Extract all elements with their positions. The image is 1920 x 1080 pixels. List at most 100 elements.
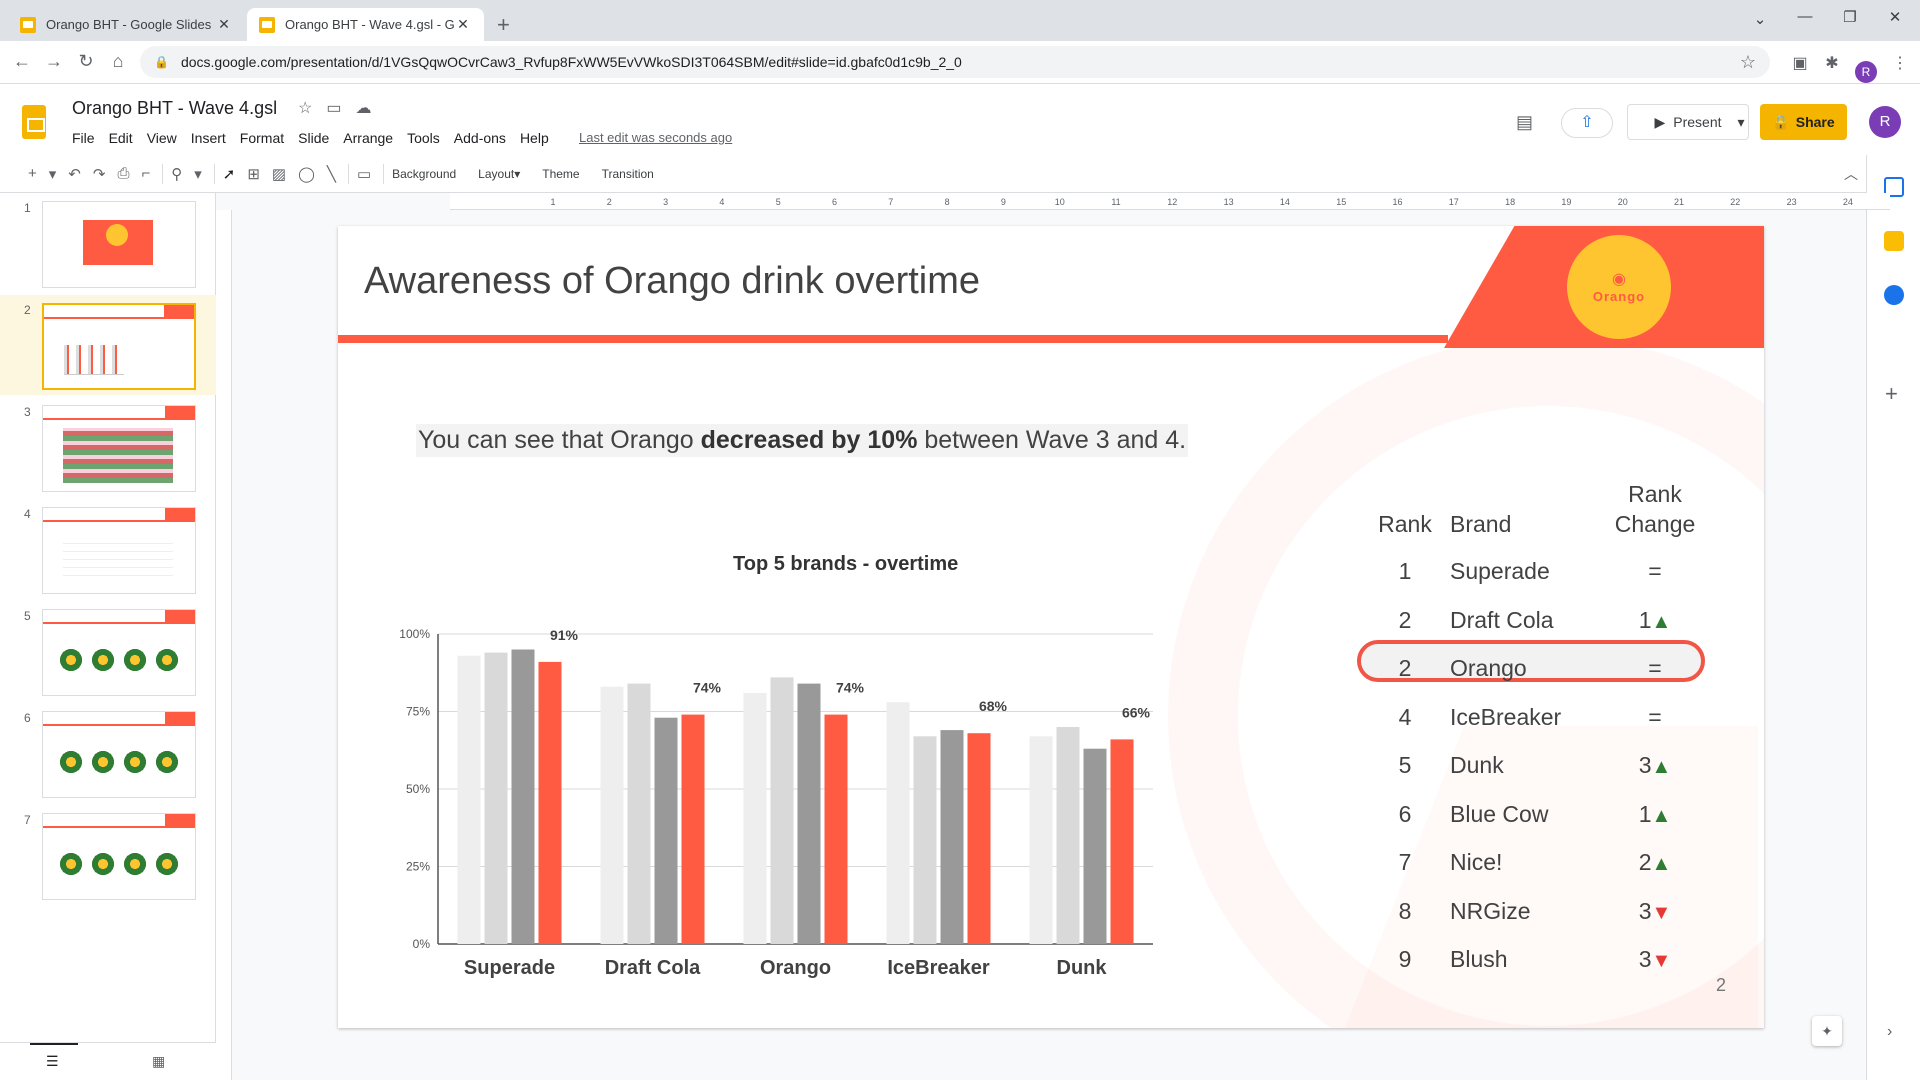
transition-button[interactable]: Transition [602, 167, 654, 181]
horizontal-ruler[interactable]: 1234567891011121314151617181920212223242… [450, 193, 1909, 210]
maximize-icon[interactable]: ❐ [1835, 8, 1865, 26]
paint-format-icon[interactable]: ⌐ [141, 165, 150, 182]
ruler-tick-label: 11 [1111, 197, 1120, 207]
filmstrip-item[interactable]: 5 [0, 601, 216, 701]
add-comment-icon[interactable]: ▭ [357, 165, 371, 183]
ranking-row: 2 Draft Cola 1▲ [1370, 607, 1710, 647]
filmstrip: 1 2 3 4 5 6 7 ☰ ▦ [0, 193, 216, 1080]
comments-icon[interactable]: ▤ [1516, 112, 1533, 133]
share-button[interactable]: 🔒 Share [1760, 104, 1847, 140]
minimize-icon[interactable]: — [1790, 8, 1820, 25]
tab-close-icon[interactable]: ✕ [454, 16, 472, 33]
new-tab-icon[interactable]: + [497, 12, 510, 38]
slide-thumbnail[interactable] [42, 201, 196, 288]
slide-thumbnail[interactable] [42, 609, 196, 696]
extension-icon[interactable]: ▣ [1790, 53, 1810, 73]
theme-button[interactable]: Theme [542, 167, 579, 181]
brand-cell: Draft Cola [1450, 606, 1554, 633]
slide-thumbnail[interactable] [42, 711, 196, 798]
zoom-dropdown-icon[interactable]: ▾ [194, 165, 202, 183]
cloud-status-icon[interactable]: ☁ [355, 100, 385, 117]
menu-insert[interactable]: Insert [191, 130, 226, 146]
menu-edit[interactable]: Edit [109, 130, 133, 146]
slide[interactable]: Awareness of Orango drink overtime ◉ Ora… [338, 226, 1764, 1028]
slides-logo-icon[interactable] [22, 105, 46, 139]
filmstrip-item[interactable]: 1 [0, 193, 216, 293]
slide-thumbnail[interactable] [42, 507, 196, 594]
tab-search-icon[interactable]: ⌄ [1745, 10, 1775, 28]
present-dropdown-icon[interactable]: ▾ [1733, 104, 1749, 140]
filmstrip-item[interactable]: 4 [0, 499, 216, 599]
collapse-toolbar-icon[interactable]: ︿ [1844, 164, 1858, 184]
menu-help[interactable]: Help [520, 130, 549, 146]
bar [913, 736, 937, 944]
menu-tools[interactable]: Tools [407, 130, 440, 146]
star-icon[interactable]: ☆ [298, 100, 326, 117]
tab-close-icon[interactable]: ✕ [215, 16, 233, 33]
bookmark-star-icon[interactable]: ☆ [1740, 52, 1756, 73]
browser-menu-icon[interactable]: ⋮ [1890, 53, 1910, 73]
orange-slice-icon: ◉ [1612, 271, 1626, 288]
layout-button[interactable]: Layout▾ [478, 167, 520, 181]
menu-addons[interactable]: Add-ons [454, 130, 506, 146]
filmstrip-item[interactable]: 3 [0, 397, 216, 497]
tasks-icon[interactable] [1884, 285, 1904, 305]
puzzle-extensions-icon[interactable]: ✱ [1822, 53, 1842, 73]
move-folder-icon[interactable]: ▭ [326, 100, 355, 117]
line-icon[interactable]: ╲ [327, 165, 336, 183]
forward-icon[interactable]: → [42, 51, 66, 72]
back-icon[interactable]: ← [10, 51, 34, 72]
slide-thumbnail[interactable] [42, 405, 196, 492]
new-slide-dropdown-icon[interactable]: ▾ [49, 165, 57, 183]
slide-thumbnail[interactable] [42, 813, 196, 900]
account-avatar[interactable]: R [1869, 106, 1901, 138]
home-icon[interactable]: ⌂ [106, 51, 130, 72]
filmstrip-item-selected[interactable]: 2 [0, 295, 216, 395]
slide-subtitle[interactable]: You can see that Orango decreased by 10%… [416, 424, 1189, 457]
image-icon[interactable]: ▨ [272, 165, 286, 183]
menu-file[interactable]: File [72, 130, 95, 146]
redo-icon[interactable]: ↷ [93, 165, 106, 183]
menu-arrange[interactable]: Arrange [343, 130, 393, 146]
text-box-icon[interactable]: ⊞ [247, 165, 260, 183]
browser-profile-avatar[interactable]: R [1855, 61, 1877, 83]
slide-title[interactable]: Awareness of Orango drink overtime [364, 260, 980, 303]
present-button[interactable]: ▶ Present [1627, 104, 1749, 140]
grid-view-icon[interactable]: ▦ [152, 1053, 165, 1070]
get-addons-icon[interactable]: + [1885, 381, 1898, 407]
menu-slide[interactable]: Slide [298, 130, 329, 146]
zoom-icon[interactable]: ⚲ [171, 165, 182, 183]
bar [743, 692, 767, 944]
url-input[interactable]: 🔒 docs.google.com/presentation/d/1VGsQqw… [140, 46, 1770, 78]
subtitle-text: You can see that Orango [418, 426, 701, 454]
rank-cell: 2 [1398, 655, 1412, 681]
rank-change-header-2: Change [1614, 511, 1696, 537]
show-side-panel-icon[interactable]: › [1887, 1023, 1892, 1041]
print-icon[interactable]: ⎙ [117, 165, 129, 182]
reload-icon[interactable]: ↻ [74, 51, 98, 72]
filmstrip-view-icon[interactable]: ☰ [46, 1053, 59, 1070]
document-title[interactable]: Orango BHT - Wave 4.gsl [72, 98, 277, 119]
browser-tab-inactive[interactable]: Orango BHT - Google Slides - Te ✕ [8, 8, 245, 41]
rank-change-cell: 3▼ [1620, 946, 1690, 973]
menu-format[interactable]: Format [240, 130, 284, 146]
shape-icon[interactable]: ◯ [298, 165, 315, 183]
y-tick-label: 25% [406, 860, 430, 874]
last-edit-link[interactable]: Last edit was seconds ago [579, 130, 732, 145]
undo-icon[interactable]: ↶ [68, 165, 81, 183]
background-button[interactable]: Background [392, 167, 456, 181]
bar [1083, 748, 1107, 944]
filmstrip-item[interactable]: 7 [0, 805, 216, 905]
select-cursor-icon[interactable]: ➚ [223, 165, 236, 183]
menu-view[interactable]: View [147, 130, 177, 146]
filmstrip-item[interactable]: 6 [0, 703, 216, 803]
close-window-icon[interactable]: ✕ [1880, 8, 1910, 26]
present-to-meeting-button[interactable]: ⇧ [1561, 108, 1613, 138]
bar-chart[interactable]: 0% 25% 50% 75% 100% 91% Superade 74% Draft Cola 7… [378, 576, 1178, 996]
vertical-ruler[interactable] [216, 210, 232, 1080]
slide-thumbnail[interactable] [42, 303, 196, 390]
new-slide-icon[interactable]: + [28, 165, 37, 182]
keep-icon[interactable] [1884, 231, 1904, 251]
browser-tab-active[interactable]: Orango BHT - Wave 4.gsl - Goog ✕ [247, 8, 484, 41]
explore-icon[interactable]: ✦ [1812, 1016, 1842, 1046]
